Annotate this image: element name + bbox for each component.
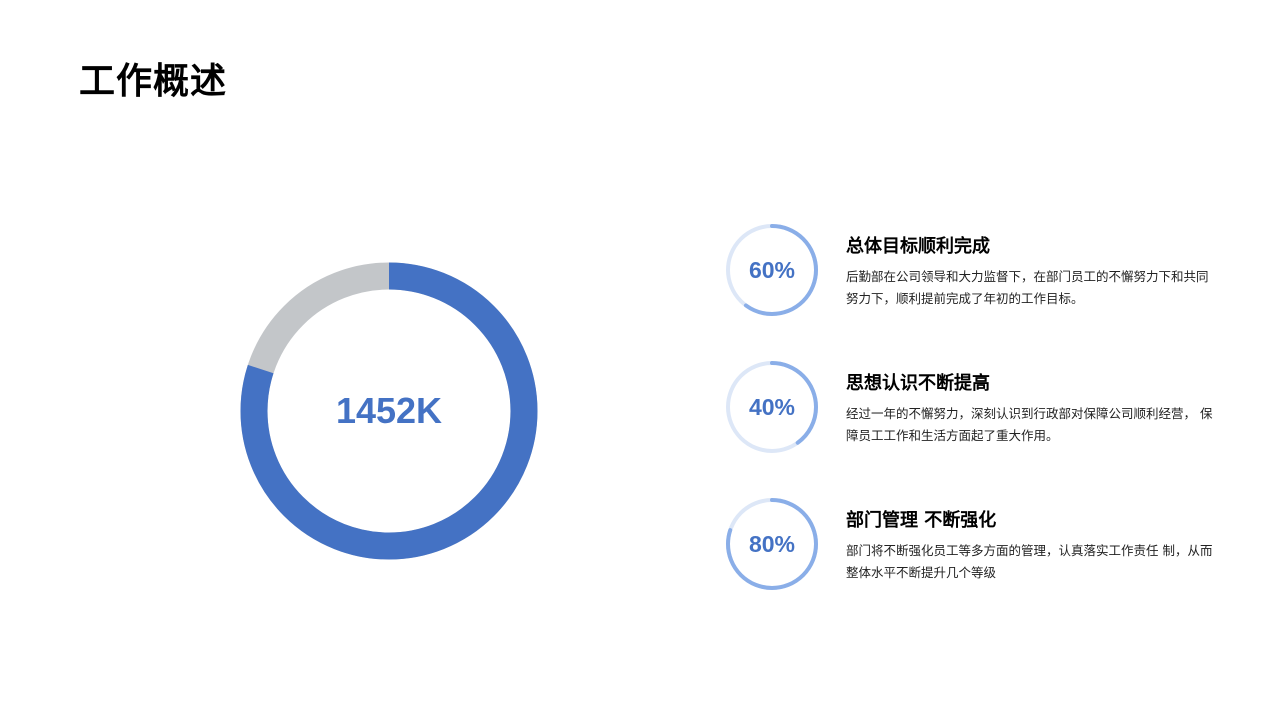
percent-label: 60% [748, 256, 796, 283]
item-description: 部门将不断强化员工等多方面的管理，认真落实工作责任 制，从而整体水平不断提升几个… [846, 543, 1213, 580]
item-title: 部门管理 不断强化 [846, 510, 997, 531]
percent-label: 40% [748, 393, 796, 420]
percent-ring: 60% [724, 222, 820, 318]
summary-item: 60% 总体目标顺利完成 后勤部在公司领导和大力监督下，在部门员工的不懈努力下和… [720, 222, 1260, 322]
summary-item: 40% 思想认识不断提高 经过一年的不懈努力，深刻认识到行政部对保障公司顺利经营… [720, 359, 1260, 459]
percent-ring: 80% [724, 496, 820, 592]
percent-ring: 40% [724, 359, 820, 455]
item-title: 总体目标顺利完成 [846, 236, 990, 257]
page-title: 工作概述 [79, 61, 228, 102]
item-description: 经过一年的不懈努力，深刻认识到行政部对保障公司顺利经营， 保障员工工作和生活方面… [846, 406, 1213, 443]
item-title: 思想认识不断提高 [846, 373, 990, 394]
percent-label: 80% [748, 530, 796, 557]
donut-chart: 1452K [236, 258, 542, 564]
summary-item: 80% 部门管理 不断强化 部门将不断强化员工等多方面的管理，认真落实工作责任 … [720, 496, 1260, 596]
donut-value: 1452K [335, 390, 443, 431]
item-description: 后勤部在公司领导和大力监督下，在部门员工的不懈努力下和共同 努力下，顺利提前完成… [846, 269, 1209, 306]
